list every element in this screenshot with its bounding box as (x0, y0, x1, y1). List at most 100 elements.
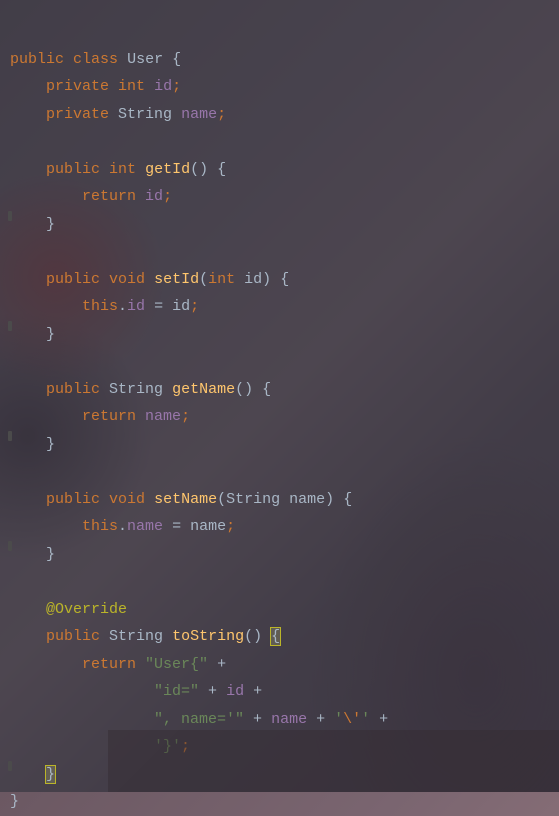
paren-open: ( (244, 628, 253, 645)
keyword-public: public (46, 628, 100, 645)
code-line: public String getName() { (10, 381, 271, 398)
assign-op: = (145, 298, 172, 315)
gutter-marker-icon[interactable] (8, 321, 12, 331)
keyword-int: int (109, 161, 136, 178)
method-name-getName: getName (172, 381, 235, 398)
code-line (10, 353, 19, 370)
gutter-marker-icon[interactable] (8, 541, 12, 551)
code-line (10, 573, 19, 590)
escape-char: \' (343, 711, 361, 728)
dot: . (118, 298, 127, 315)
code-line: return "User{" + (10, 656, 235, 673)
string-literal: ", name='" (154, 711, 244, 728)
code-line: return id; (10, 188, 172, 205)
code-line: "id=" + id + (10, 683, 271, 700)
field-id: id (145, 188, 163, 205)
editor-bottom-overlay (108, 730, 559, 792)
char-quote: ' (334, 711, 343, 728)
keyword-private: private (46, 106, 109, 123)
code-line: public String toString() { (10, 628, 280, 645)
plus-op: + (244, 711, 271, 728)
code-line: ", name='" + name + '\'' + (10, 711, 397, 728)
paren-open: ( (199, 271, 208, 288)
plus-op: + (199, 683, 226, 700)
code-line: @Override (10, 601, 127, 618)
keyword-void: void (109, 491, 145, 508)
method-name-getId: getId (145, 161, 190, 178)
keyword-public: public (46, 381, 100, 398)
brace-open-matched: { (271, 628, 280, 645)
keyword-private: private (46, 78, 109, 95)
semicolon: ; (172, 78, 181, 95)
keyword-class: class (73, 51, 118, 68)
code-line: public void setName(String name) { (10, 491, 352, 508)
plus-op: + (370, 711, 397, 728)
keyword-public: public (46, 271, 100, 288)
code-line: } (10, 326, 55, 343)
field-id: id (226, 683, 244, 700)
code-line: } (10, 436, 55, 453)
type-string: String (118, 106, 172, 123)
code-line: } (10, 216, 55, 233)
code-line: return name; (10, 408, 190, 425)
param-id: id (244, 271, 262, 288)
brace-open: { (172, 51, 181, 68)
assign-op: = (163, 518, 190, 535)
semicolon: ; (181, 408, 190, 425)
param-id: id (172, 298, 190, 315)
code-line: public int getId() { (10, 161, 226, 178)
code-line: private String name; (10, 106, 226, 123)
code-line (10, 133, 19, 150)
method-name-setName: setName (154, 491, 217, 508)
code-line: public class User { (10, 51, 181, 68)
code-editor-content[interactable]: public class User { private int id; priv… (0, 0, 559, 816)
code-line: this.id = id; (10, 298, 199, 315)
brace-close: } (46, 436, 55, 453)
paren-open: ( (235, 381, 244, 398)
param-name: name (289, 491, 325, 508)
gutter-marker-icon[interactable] (8, 431, 12, 441)
field-name: name (127, 518, 163, 535)
semicolon: ; (163, 188, 172, 205)
method-name-setId: setId (154, 271, 199, 288)
semicolon: ; (226, 518, 235, 535)
paren-close: ) (244, 381, 253, 398)
keyword-int: int (118, 78, 145, 95)
code-line: this.name = name; (10, 518, 235, 535)
gutter-marker-icon[interactable] (8, 211, 12, 221)
type-string: String (226, 491, 280, 508)
type-string: String (109, 628, 163, 645)
paren-close: ) (199, 161, 208, 178)
code-line (10, 243, 19, 260)
brace-close: } (46, 216, 55, 233)
gutter-marker-icon[interactable] (8, 761, 12, 771)
field-name: name (145, 408, 181, 425)
plus-op: + (307, 711, 334, 728)
brace-close: } (46, 326, 55, 343)
brace-close-matched: } (46, 766, 55, 783)
brace-open: { (343, 491, 352, 508)
keyword-this: this (82, 518, 118, 535)
string-literal: "id=" (154, 683, 199, 700)
code-line: } (10, 766, 55, 783)
code-line: } (10, 546, 55, 563)
class-name: User (127, 51, 163, 68)
plus-op: + (208, 656, 235, 673)
semicolon: ; (190, 298, 199, 315)
brace-open: { (217, 161, 226, 178)
string-literal: '\'' (334, 711, 370, 728)
paren-open: ( (190, 161, 199, 178)
annotation-override: @Override (46, 601, 127, 618)
brace-open: { (262, 381, 271, 398)
keyword-this: this (82, 298, 118, 315)
field-name: name (181, 106, 217, 123)
semicolon: ; (217, 106, 226, 123)
brace-close: } (46, 546, 55, 563)
string-literal: "User{" (145, 656, 208, 673)
keyword-public: public (10, 51, 64, 68)
keyword-public: public (46, 491, 100, 508)
brace-close: } (10, 793, 19, 810)
keyword-int: int (208, 271, 235, 288)
field-id: id (127, 298, 145, 315)
paren-close: ) (262, 271, 271, 288)
